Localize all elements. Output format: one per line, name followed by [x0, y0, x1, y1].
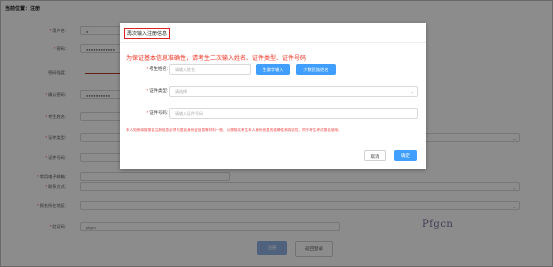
minority-name-button[interactable]: 少数民族姓名 — [296, 64, 336, 75]
dialog-id-type-label: 证件类型 — [149, 88, 167, 93]
dialog-name-row: *考生姓名: 请输入姓名 生僻字输入 少数民族姓名 — [120, 64, 426, 75]
dialog-id-number-input[interactable]: 请输入证件号码 — [169, 108, 418, 119]
dialog-id-type-row: *证件类型: 请选择 ⌄ — [120, 86, 426, 97]
dialog-name-input[interactable]: 请输入姓名 — [169, 64, 251, 75]
dialog-notice: 为保证基本信息准确性，请考生二次输入姓名、证件类型、证件号码 — [126, 56, 307, 62]
chevron-down-icon: ⌄ — [410, 89, 414, 94]
dialog-footnote: 本人知悉填报报名注册信息必须与居民身份证信息等材料一致，以便核实考生本人身份信息… — [126, 128, 342, 132]
cancel-button[interactable]: 取消 — [364, 150, 386, 161]
ok-button[interactable]: 确定 — [394, 150, 417, 161]
dialog-id-number-label: 证件号码 — [149, 110, 167, 115]
dialog-name-label: 考生姓名 — [149, 66, 167, 71]
dialog-divider — [120, 42, 426, 43]
dialog-id-number-row: *证件号码: 请输入证件号码 — [120, 108, 426, 119]
dialog-title: 再次输入注册信息 — [124, 28, 171, 39]
confirm-info-dialog: 再次输入注册信息 为保证基本信息准确性，请考生二次输入姓名、证件类型、证件号码 … — [120, 23, 426, 169]
dialog-id-type-select[interactable]: 请选择 ⌄ — [169, 86, 418, 97]
rare-char-input-button[interactable]: 生僻字输入 — [256, 64, 290, 75]
